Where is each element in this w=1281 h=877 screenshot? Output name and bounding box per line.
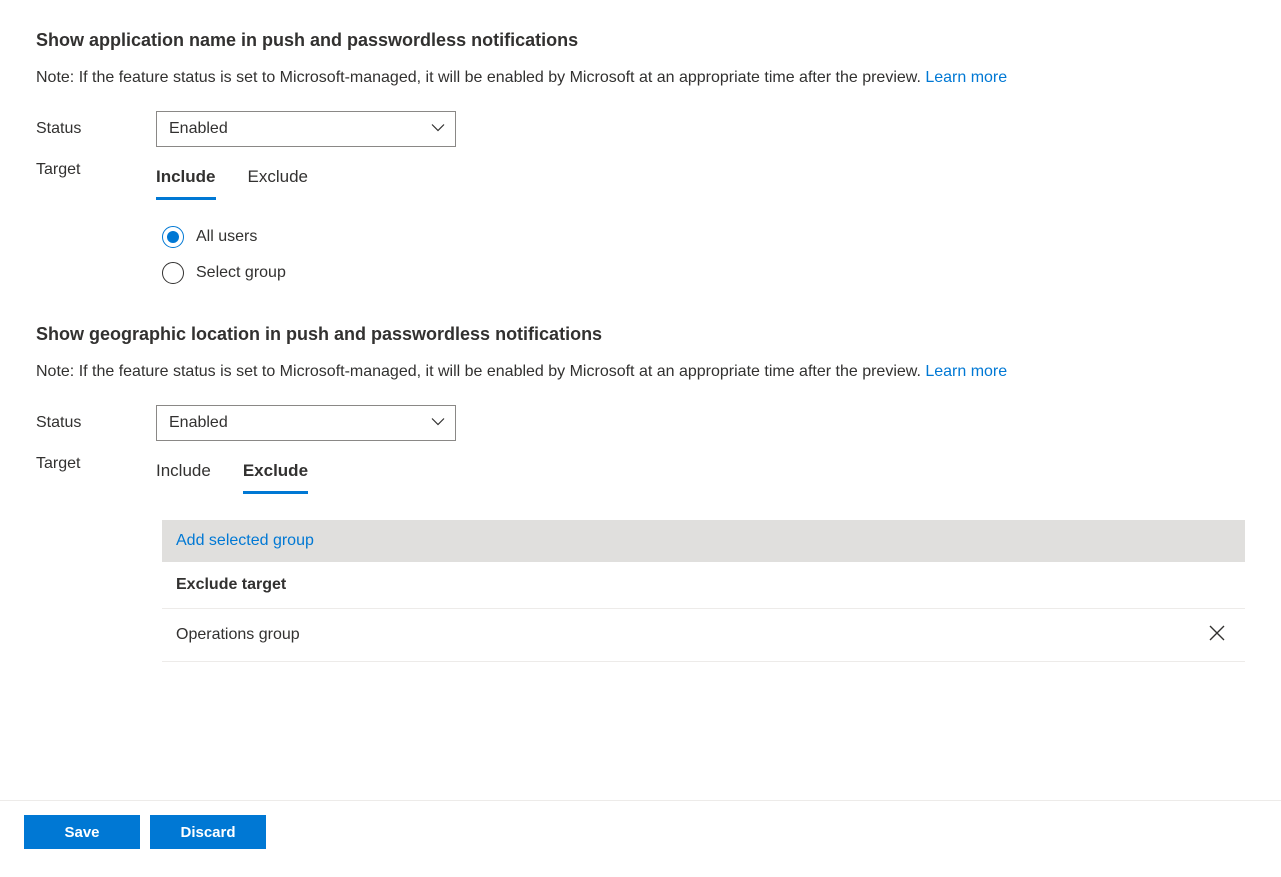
- save-button[interactable]: Save: [24, 815, 140, 849]
- status-select-app-name[interactable]: Enabled: [156, 111, 456, 147]
- status-select-geo[interactable]: Enabled: [156, 405, 456, 441]
- status-label: Status: [36, 414, 156, 432]
- target-tabs-geo: Include Exclude: [156, 457, 1245, 494]
- status-row-app-name: Status Enabled: [36, 111, 1245, 147]
- discard-button[interactable]: Discard: [150, 815, 266, 849]
- radio-icon: [162, 262, 184, 284]
- learn-more-link[interactable]: Learn more: [925, 69, 1007, 86]
- section-geo-location: Show geographic location in push and pas…: [36, 324, 1245, 662]
- radio-label-all-users: All users: [196, 228, 257, 246]
- target-radio-group: All users Select group: [162, 226, 1245, 284]
- exclude-table-row: Operations group: [162, 609, 1245, 662]
- target-row-geo: Target Include Exclude: [36, 455, 1245, 494]
- note-text: Note: If the feature status is set to Mi…: [36, 69, 925, 86]
- add-selected-group-link[interactable]: Add selected group: [176, 532, 314, 549]
- note-app-name: Note: If the feature status is set to Mi…: [36, 69, 1245, 87]
- section-title-geo: Show geographic location in push and pas…: [36, 324, 1245, 345]
- learn-more-link[interactable]: Learn more: [925, 363, 1007, 380]
- target-label: Target: [36, 455, 156, 473]
- tab-include[interactable]: Include: [156, 163, 216, 200]
- status-value: Enabled: [169, 414, 228, 432]
- target-row-app-name: Target Include Exclude: [36, 161, 1245, 200]
- section-title-app-name: Show application name in push and passwo…: [36, 30, 1245, 51]
- status-row-geo: Status Enabled: [36, 405, 1245, 441]
- close-icon: [1206, 622, 1228, 649]
- target-tabs-app-name: Include Exclude: [156, 163, 1245, 200]
- radio-label-select-group: Select group: [196, 264, 286, 282]
- tab-include[interactable]: Include: [156, 457, 211, 494]
- radio-select-group[interactable]: Select group: [162, 262, 1245, 284]
- radio-icon: [162, 226, 184, 248]
- status-label: Status: [36, 120, 156, 138]
- tab-exclude[interactable]: Exclude: [248, 163, 308, 200]
- exclude-item-name: Operations group: [176, 626, 300, 644]
- radio-all-users[interactable]: All users: [162, 226, 1245, 248]
- note-geo: Note: If the feature status is set to Mi…: [36, 363, 1245, 381]
- remove-exclude-item-button[interactable]: [1203, 621, 1231, 649]
- exclude-table-header: Exclude target: [162, 562, 1245, 609]
- tab-exclude[interactable]: Exclude: [243, 457, 308, 494]
- add-selected-group-row: Add selected group: [162, 520, 1245, 562]
- exclude-area: Add selected group Exclude target Operat…: [162, 520, 1245, 662]
- note-text: Note: If the feature status is set to Mi…: [36, 363, 925, 380]
- status-value: Enabled: [169, 120, 228, 138]
- footer: Save Discard: [0, 800, 1281, 877]
- section-app-name: Show application name in push and passwo…: [36, 30, 1245, 284]
- target-label: Target: [36, 161, 156, 179]
